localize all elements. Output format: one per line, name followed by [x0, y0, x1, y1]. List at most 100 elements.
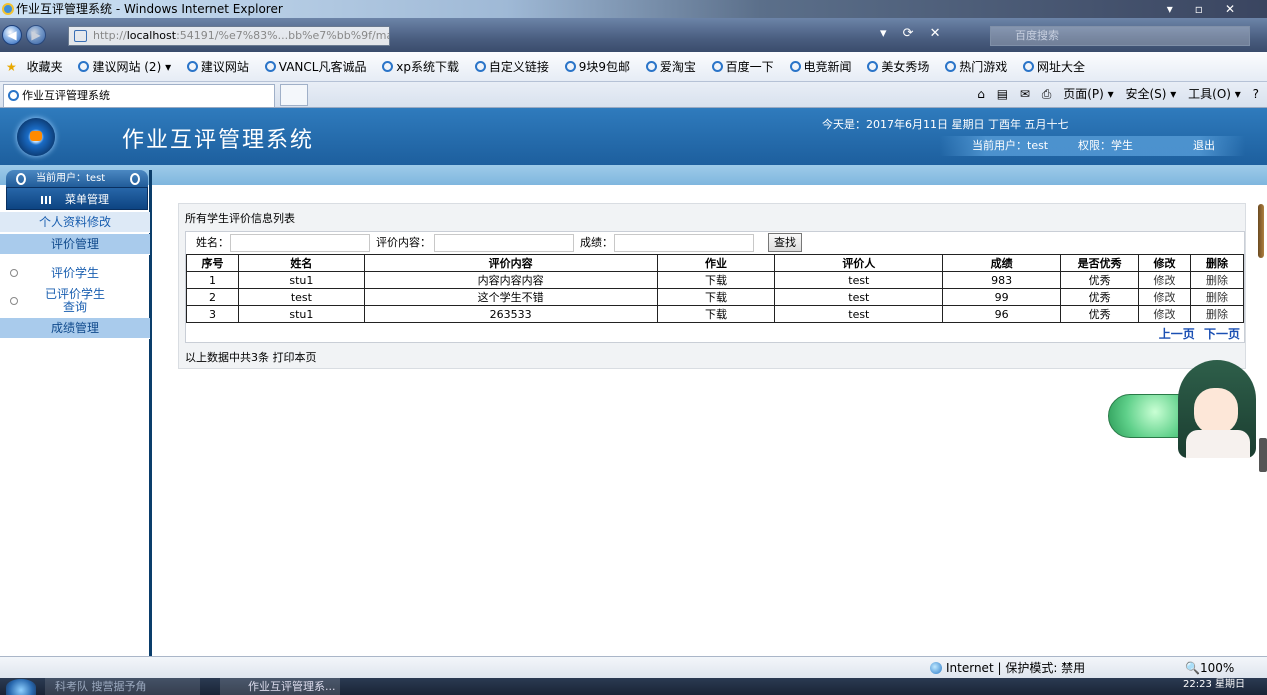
address-toolbar: ◀ ▶ http://localhost:54191/%e7%83%...bb%…	[0, 18, 1267, 52]
current-user: 当前用户：test	[972, 139, 1049, 152]
fav-link[interactable]: 电竞新闻	[789, 60, 858, 74]
ie-page-icon	[382, 61, 394, 72]
ie-page-icon	[789, 61, 801, 72]
print-link[interactable]: 打印本页	[273, 351, 317, 364]
mascot-face	[1194, 388, 1238, 434]
download-link[interactable]: 下载	[656, 305, 776, 323]
mascot-widget[interactable]	[1100, 358, 1267, 458]
fav-link[interactable]: VANCL凡客诚品	[264, 60, 373, 74]
window-title: 作业互评管理系统 - Windows Internet Explorer	[16, 2, 283, 16]
review-list-panel: 所有学生评价信息列表 姓名： 评价内容： 成绩： 查找 序号 姓名 评价内容 作…	[178, 203, 1246, 369]
col-header: 姓名	[237, 254, 365, 272]
forward-button[interactable]: ▶	[26, 25, 46, 45]
side-grip[interactable]	[1259, 438, 1267, 472]
user-strip: 当前用户：test 权限：学生 退出	[940, 136, 1245, 156]
download-link[interactable]: 下载	[656, 288, 776, 306]
ie-page-icon	[8, 90, 19, 101]
fav-link[interactable]: 百度一下	[711, 60, 780, 74]
sidebar-item-review-manage[interactable]: 评价管理	[0, 234, 150, 255]
cell-score: 983	[942, 271, 1062, 289]
print-icon[interactable]: ⎙	[1042, 87, 1052, 101]
web-page: 作业互评管理系统 今天是：2017年6月11日 星期日 丁酉年 五月十七 当前用…	[0, 108, 1267, 656]
table-row: 1 stu1 内容内容内容 下载 test 983 优秀 修改 删除	[186, 271, 1244, 289]
fav-link[interactable]: xp系统下载	[382, 60, 465, 74]
panel-title: 所有学生评价信息列表	[185, 212, 295, 225]
score-input[interactable]	[614, 234, 754, 252]
new-tab-button[interactable]	[280, 84, 308, 106]
table-header-row: 序号 姓名 评价内容 作业 评价人 成绩 是否优秀 修改 删除	[186, 254, 1244, 272]
download-link[interactable]: 下载	[656, 271, 776, 289]
sidebar-user: 当前用户：test	[6, 170, 148, 187]
name-input[interactable]	[230, 234, 370, 252]
delete-link[interactable]: 删除	[1190, 305, 1244, 323]
logout-link[interactable]: 退出	[1193, 136, 1215, 156]
edit-link[interactable]: 修改	[1138, 271, 1191, 289]
date-line: 今天是：2017年6月11日 星期日 丁酉年 五月十七	[822, 118, 1069, 131]
cell-excellent: 优秀	[1060, 305, 1140, 323]
total-count: 以上数据中共3条	[185, 351, 269, 364]
cell-name: test	[237, 288, 365, 306]
fav-link[interactable]: 建议网站	[186, 60, 255, 74]
review-table: 序号 姓名 评价内容 作业 评价人 成绩 是否优秀 修改 删除 1 stu1 内…	[186, 254, 1244, 323]
fav-link[interactable]: 爱淘宝	[645, 60, 702, 74]
next-page-link[interactable]: 下一页	[1204, 327, 1240, 341]
cell-excellent: 优秀	[1060, 288, 1140, 306]
help-icon[interactable]: ?	[1253, 87, 1259, 101]
address-actions[interactable]: ▾ ⟳ ✕	[880, 26, 947, 41]
ie-page-icon	[711, 61, 723, 72]
sidebar-item-review-student[interactable]: 评价学生	[0, 265, 150, 281]
tab-active[interactable]: 作业互评管理系统	[3, 84, 275, 107]
mascot-dress	[1186, 430, 1250, 458]
sidebar-item-reviewed-query[interactable]: 已评价学生查询	[0, 288, 150, 314]
cell-reviewer: test	[774, 305, 944, 323]
prev-page-link[interactable]: 上一页	[1159, 327, 1195, 341]
fav-link[interactable]: 9块9包邮	[564, 60, 636, 74]
fav-link[interactable]: 美女秀场	[867, 60, 935, 74]
url-prefix: http://	[93, 29, 127, 42]
sidebar-item-profile[interactable]: 个人资料修改	[0, 212, 150, 233]
ring-icon	[130, 173, 140, 185]
site-header: 作业互评管理系统 今天是：2017年6月11日 星期日 丁酉年 五月十七 当前用…	[0, 108, 1267, 165]
score-label: 成绩：	[580, 236, 613, 249]
ie-page-icon	[186, 61, 198, 72]
sidebar: 当前用户：test 菜单管理 个人资料修改 评价管理 评价学生 已评价学生查询 …	[0, 170, 152, 656]
fav-link[interactable]: 网址大全	[1023, 60, 1091, 74]
ie-page-icon	[1023, 61, 1035, 72]
cell-no: 3	[186, 305, 239, 323]
bullet-icon	[10, 297, 18, 305]
taskbar-ie-task[interactable]: 作业互评管理系...	[220, 678, 340, 695]
ie-logo-icon	[2, 3, 14, 15]
taskbar-clock: 22:23 星期日	[1183, 679, 1245, 690]
feeds-icon[interactable]: ▤	[997, 87, 1008, 101]
globe-icon	[930, 662, 942, 674]
edit-link[interactable]: 修改	[1138, 288, 1191, 306]
browser-search-input[interactable]: 百度搜索	[990, 26, 1250, 46]
taskbar-search[interactable]: 科考队 搜营据予角	[45, 678, 200, 695]
command-bar: ⌂ ▤ ✉ ⎙ 页面(P) ▾ 安全(S) ▾ 工具(O) ▾ ?	[969, 82, 1259, 106]
start-button[interactable]	[6, 679, 36, 695]
ring-icon	[16, 173, 26, 185]
page-menu[interactable]: 页面(P) ▾	[1063, 87, 1113, 101]
safety-menu[interactable]: 安全(S) ▾	[1125, 87, 1176, 101]
review-list-body: 姓名： 评价内容： 成绩： 查找 序号 姓名 评价内容 作业 评价人 成绩 是否…	[185, 231, 1245, 343]
find-button[interactable]: 查找	[768, 233, 802, 252]
window-controls[interactable]: ▾▫✕	[1167, 0, 1257, 18]
home-icon[interactable]: ⌂	[977, 87, 985, 101]
fav-link[interactable]: 热门游戏	[945, 60, 1013, 74]
delete-link[interactable]: 删除	[1190, 288, 1244, 306]
cell-excellent: 优秀	[1060, 271, 1140, 289]
cell-no: 2	[186, 288, 239, 306]
address-input[interactable]: http://localhost:54191/%e7%83%...bb%e7%b…	[68, 26, 390, 46]
tools-menu[interactable]: 工具(O) ▾	[1188, 87, 1241, 101]
cell-content: 内容内容内容	[363, 271, 658, 289]
fav-link[interactable]: 建议网站 (2) ▾	[78, 60, 177, 74]
edit-link[interactable]: 修改	[1138, 305, 1191, 323]
scroll-handle[interactable]	[1258, 204, 1264, 258]
fav-link[interactable]: 自定义链接	[474, 60, 555, 74]
content-input[interactable]	[434, 234, 574, 252]
mail-icon[interactable]: ✉	[1020, 87, 1030, 101]
delete-link[interactable]: 删除	[1190, 271, 1244, 289]
back-button[interactable]: ◀	[2, 25, 22, 45]
favorites-button[interactable]: ★ 收藏夹	[6, 60, 69, 74]
sidebar-item-grades[interactable]: 成绩管理	[0, 318, 150, 339]
